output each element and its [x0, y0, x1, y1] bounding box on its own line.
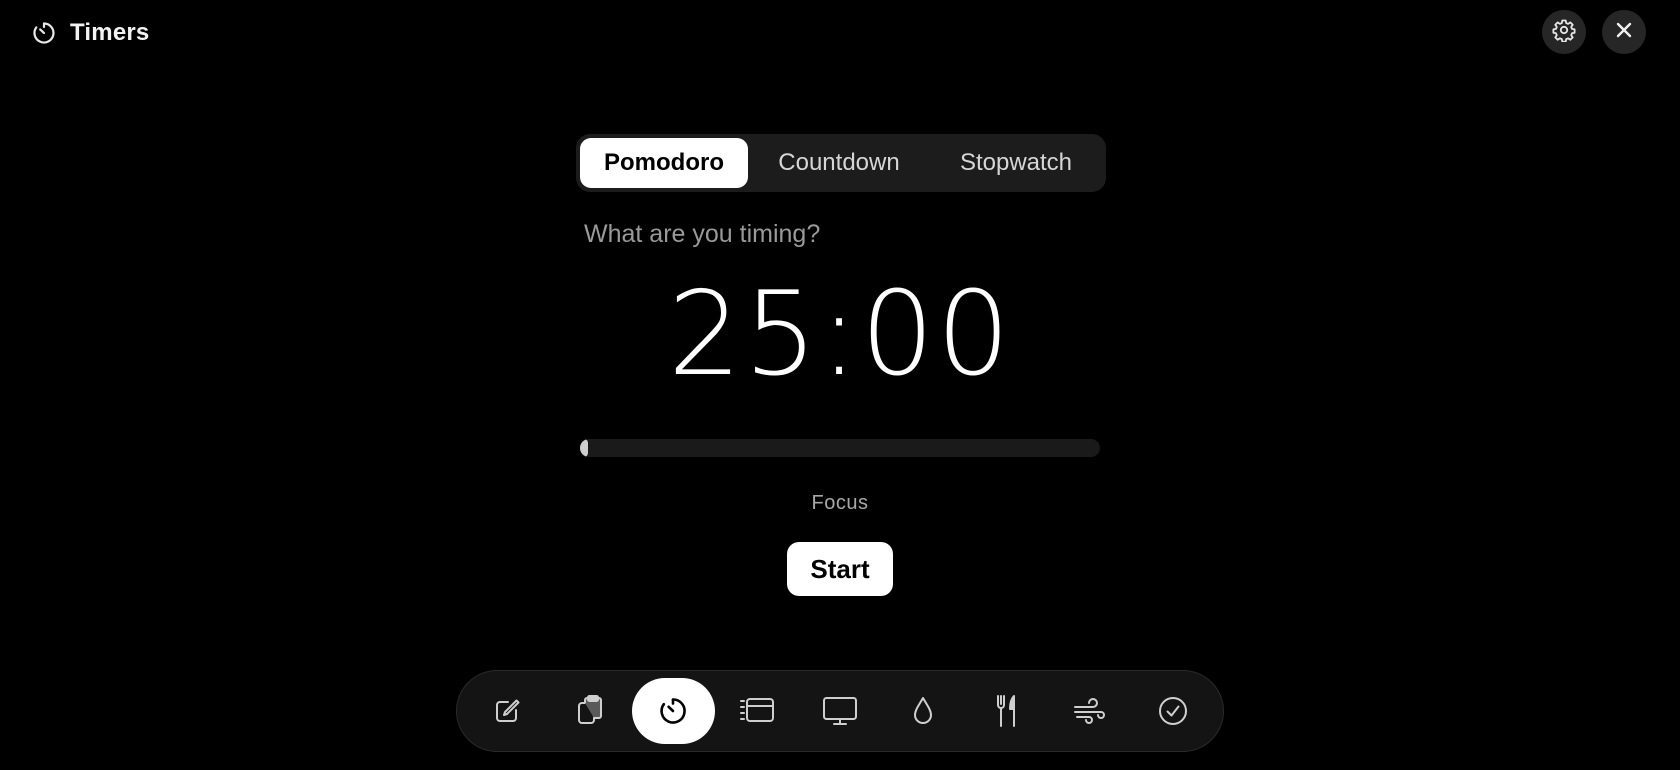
timer-mode-tabs: Pomodoro Countdown Stopwatch: [576, 134, 1106, 192]
progress-fill: [580, 439, 588, 457]
start-button[interactable]: Start: [787, 542, 893, 596]
check-circle-icon: [1157, 695, 1189, 727]
note-edit-icon: [491, 695, 523, 727]
dock-item-timers[interactable]: [631, 678, 715, 744]
settings-button[interactable]: [1542, 10, 1586, 54]
wind-icon: [1073, 697, 1107, 725]
water-drop-icon: [909, 695, 937, 727]
list-icon: [739, 696, 775, 726]
dock-item-breathe[interactable]: [1048, 678, 1131, 744]
time-display: 25:00: [667, 267, 1013, 402]
dock-item-notes[interactable]: [465, 678, 548, 744]
phase-label: Focus: [811, 492, 869, 514]
timing-label-input[interactable]: [580, 214, 1100, 254]
tab-stopwatch[interactable]: Stopwatch: [930, 138, 1102, 188]
dock-item-lists[interactable]: [715, 678, 798, 744]
tab-countdown[interactable]: Countdown: [748, 138, 930, 188]
app-title-bar: Timers: [30, 16, 149, 50]
dock-item-tasks[interactable]: [1132, 678, 1215, 744]
close-button[interactable]: [1602, 10, 1646, 54]
dock-item-screen[interactable]: [798, 678, 881, 744]
progress-bar: [580, 439, 1100, 457]
fork-knife-icon: [993, 694, 1021, 728]
close-icon: [1614, 20, 1634, 45]
tab-pomodoro[interactable]: Pomodoro: [580, 138, 748, 188]
app-title: Timers: [70, 19, 150, 46]
timer-icon: [30, 19, 58, 47]
dock-item-water[interactable]: [882, 678, 965, 744]
gear-icon: [1552, 18, 1576, 47]
timers-window: Timers Pomodoro Countdown Stopwatch 25:0…: [0, 0, 1680, 770]
monitor-icon: [822, 695, 858, 727]
app-dock: [456, 670, 1224, 752]
clipboard-icon: [574, 694, 606, 728]
timer-icon: [657, 695, 689, 727]
dock-item-food[interactable]: [965, 678, 1048, 744]
dock-item-clipboard[interactable]: [548, 678, 631, 744]
